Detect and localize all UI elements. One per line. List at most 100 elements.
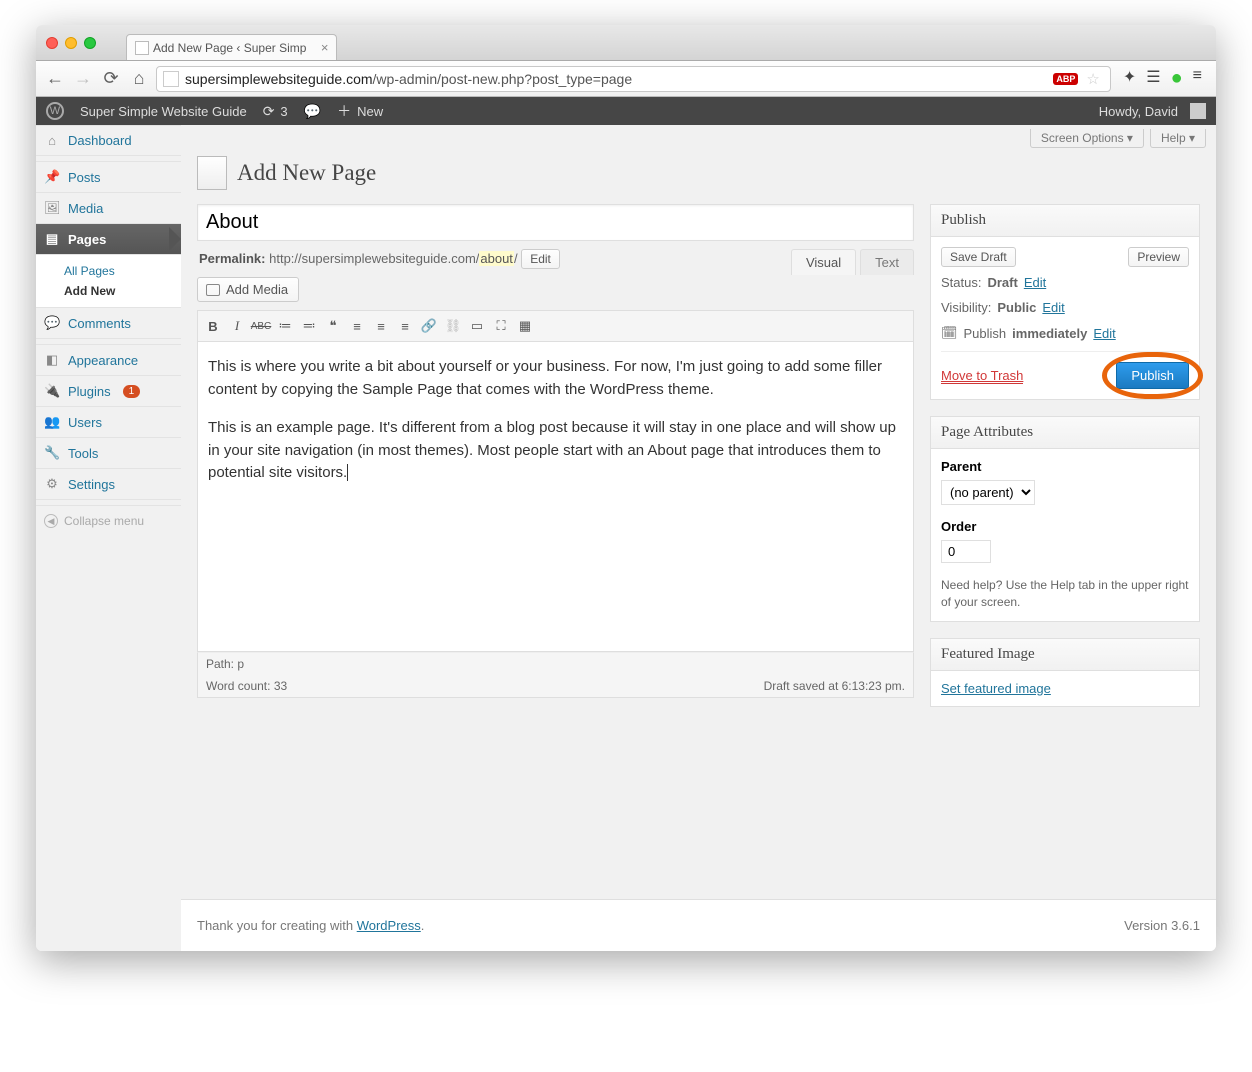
- sidebar-item-settings[interactable]: ⚙Settings: [36, 469, 181, 500]
- pages-submenu: All Pages Add New: [36, 255, 181, 308]
- edit-schedule-link[interactable]: Edit: [1093, 326, 1115, 341]
- plus-icon: ＋: [337, 101, 351, 121]
- plug-icon: 🔌: [44, 383, 60, 399]
- main-content: Screen Options ▾ Help ▾ Add New Page Per…: [181, 125, 1216, 951]
- add-media-button[interactable]: Add Media: [197, 277, 299, 302]
- editor-path-bar: Path: p: [197, 652, 914, 675]
- link-button[interactable]: 🔗: [418, 315, 440, 337]
- wordpress-link[interactable]: WordPress: [357, 918, 421, 933]
- align-left-button[interactable]: ≡: [346, 315, 368, 337]
- save-draft-button[interactable]: Save Draft: [941, 247, 1016, 267]
- browser-toolbar: ← → ⟳ ⌂ supersimplewebsiteguide.com/wp-a…: [36, 61, 1216, 97]
- screen-options-tab[interactable]: Screen Options ▾: [1030, 129, 1144, 148]
- calendar-icon: 🗓: [941, 325, 958, 341]
- align-center-button[interactable]: ≡: [370, 315, 392, 337]
- visibility-value: Public: [997, 300, 1036, 315]
- bold-button[interactable]: B: [202, 315, 224, 337]
- collapse-menu-button[interactable]: ◀Collapse menu: [36, 506, 181, 536]
- sidebar-item-users[interactable]: 👥Users: [36, 407, 181, 438]
- adblock-icon[interactable]: ABP: [1053, 73, 1078, 85]
- media-icon: 🖼: [44, 200, 60, 216]
- close-window-icon[interactable]: [46, 37, 58, 49]
- text-tab[interactable]: Text: [860, 249, 914, 275]
- sidebar-item-plugins[interactable]: 🔌Plugins1: [36, 376, 181, 407]
- url-host: supersimplewebsiteguide.com: [185, 71, 373, 87]
- sidebar-item-pages[interactable]: ▤Pages: [36, 224, 181, 255]
- back-button[interactable]: ←: [44, 68, 66, 89]
- sidebar-item-tools[interactable]: 🔧Tools: [36, 438, 181, 469]
- attributes-help: Need help? Use the Help tab in the upper…: [941, 577, 1189, 611]
- extension-icon[interactable]: ✦: [1123, 67, 1136, 90]
- edit-permalink-button[interactable]: Edit: [521, 249, 560, 269]
- status-label: Status:: [941, 275, 981, 290]
- close-tab-icon[interactable]: ×: [321, 40, 329, 55]
- url-path: /wp-admin/post-new.php?post_type=page: [373, 71, 633, 87]
- parent-select[interactable]: (no parent): [941, 480, 1035, 505]
- site-name-link[interactable]: Super Simple Website Guide: [80, 104, 247, 119]
- move-to-trash-link[interactable]: Move to Trash: [941, 368, 1023, 384]
- visual-tab[interactable]: Visual: [791, 249, 856, 275]
- post-title-input[interactable]: [197, 204, 914, 241]
- sidebar-item-label: Comments: [68, 316, 131, 331]
- publish-highlight: Publish: [1116, 362, 1189, 389]
- publish-box: Publish Save Draft Preview Status: Draft…: [930, 204, 1200, 400]
- zoom-window-icon[interactable]: [84, 37, 96, 49]
- sidebar-item-media[interactable]: 🖼Media: [36, 193, 181, 224]
- chevron-left-icon: ◀: [44, 514, 58, 528]
- sidebar-item-posts[interactable]: 📌Posts: [36, 162, 181, 193]
- home-button[interactable]: ⌂: [128, 68, 150, 89]
- publish-button[interactable]: Publish: [1116, 362, 1189, 389]
- blockquote-button[interactable]: ❝: [322, 315, 344, 337]
- plugin-update-count: 1: [123, 385, 141, 398]
- content-editor[interactable]: This is where you write a bit about your…: [197, 342, 914, 652]
- sidebar-item-label: Dashboard: [68, 133, 132, 148]
- set-featured-image-link[interactable]: Set featured image: [941, 681, 1051, 696]
- edit-visibility-link[interactable]: Edit: [1042, 300, 1064, 315]
- autosave-info: Draft saved at 6:13:23 pm.: [764, 679, 905, 693]
- unlink-button[interactable]: ⛓: [442, 315, 464, 337]
- new-content-link[interactable]: ＋New: [337, 101, 383, 121]
- bookmark-star-icon[interactable]: ☆: [1086, 70, 1099, 88]
- sidebar-item-label: Appearance: [68, 353, 138, 368]
- sidebar-item-label: Settings: [68, 477, 115, 492]
- edit-status-link[interactable]: Edit: [1024, 275, 1046, 290]
- submenu-all-pages[interactable]: All Pages: [64, 261, 181, 281]
- browser-menu-icon[interactable]: ≡: [1193, 67, 1202, 90]
- browser-tab[interactable]: Add New Page ‹ Super Simp ×: [126, 34, 337, 60]
- wp-admin-bar: W Super Simple Website Guide ⟳3 💬 ＋New H…: [36, 97, 1216, 125]
- featured-image-title: Featured Image: [931, 639, 1199, 671]
- number-list-button[interactable]: ≕: [298, 315, 320, 337]
- minimize-window-icon[interactable]: [65, 37, 77, 49]
- comments-link[interactable]: 💬: [304, 103, 321, 120]
- extension-icon[interactable]: ●: [1171, 67, 1183, 90]
- sidebar-item-dashboard[interactable]: ⌂Dashboard: [36, 125, 181, 156]
- updates-link[interactable]: ⟳3: [263, 103, 288, 120]
- permalink-slug: about: [479, 251, 514, 266]
- bullet-list-button[interactable]: ≔: [274, 315, 296, 337]
- camera-icon: [206, 284, 220, 296]
- strikethrough-button[interactable]: ABC: [250, 315, 272, 337]
- align-right-button[interactable]: ≡: [394, 315, 416, 337]
- wordpress-logo-icon[interactable]: W: [46, 102, 64, 120]
- sidebar-item-appearance[interactable]: ◧Appearance: [36, 345, 181, 376]
- page-attributes-box: Page Attributes Parent (no parent) Order…: [930, 416, 1200, 622]
- sidebar-item-comments[interactable]: 💬Comments: [36, 308, 181, 339]
- wp-footer: Thank you for creating with WordPress. V…: [181, 899, 1216, 951]
- more-tag-button[interactable]: ▭: [466, 315, 488, 337]
- address-bar[interactable]: supersimplewebsiteguide.com/wp-admin/pos…: [156, 66, 1111, 92]
- kitchen-sink-button[interactable]: ▦: [514, 315, 536, 337]
- reload-button[interactable]: ⟳: [100, 68, 122, 89]
- footer-thanks: Thank you for creating with WordPress.: [197, 918, 424, 933]
- fullscreen-button[interactable]: ⛶: [490, 315, 512, 337]
- order-label: Order: [941, 519, 1189, 534]
- help-tab[interactable]: Help ▾: [1150, 129, 1206, 148]
- buffer-extension-icon[interactable]: ☰: [1146, 67, 1160, 90]
- comment-icon: 💬: [304, 103, 321, 120]
- italic-button[interactable]: I: [226, 315, 248, 337]
- my-account-link[interactable]: Howdy, David: [1099, 103, 1206, 119]
- order-input[interactable]: [941, 540, 991, 563]
- preview-button[interactable]: Preview: [1128, 247, 1189, 267]
- submenu-add-new[interactable]: Add New: [64, 281, 181, 301]
- visibility-label: Visibility:: [941, 300, 991, 315]
- forward-button[interactable]: →: [72, 68, 94, 89]
